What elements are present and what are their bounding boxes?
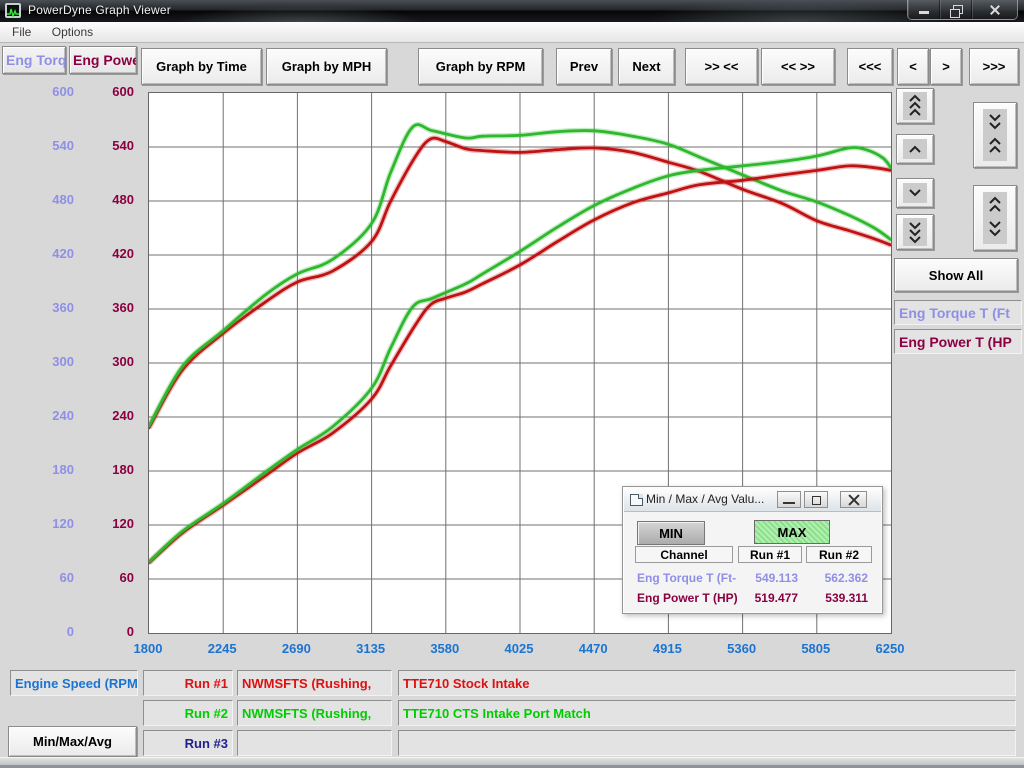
y-expand-button[interactable] [973,185,1017,251]
chevron-down-icon [903,183,927,203]
y-tick-label: 420 [64,245,134,263]
y-tick-label: 240 [64,407,134,425]
document-icon [630,494,643,506]
zoom-out-x-button[interactable]: << >> [761,48,835,85]
right-torque-channel-label[interactable]: Eng Torque T (Ft [894,300,1022,325]
power-axis-button[interactable]: Eng Powe [69,46,137,74]
x-tick-label: 4025 [487,641,551,656]
minimize-icon [783,502,795,504]
run2-file-box[interactable]: NWMSFTS (Rushing, [237,700,392,726]
max-toggle-button[interactable]: MAX [754,520,830,544]
next-button[interactable]: Next [618,48,675,85]
y-compress-button[interactable] [973,102,1017,168]
x-tick-label: 3580 [413,641,477,656]
column-header-run1[interactable]: Run #1 [738,546,802,563]
minmax-title-bar[interactable]: Min / Max / Avg Valu... [624,488,881,512]
chevron-triple-down-icon [903,218,927,246]
minmax-row-channel: Eng Power T (HP) [637,591,737,606]
menu-options[interactable]: Options [44,23,101,41]
graph-by-time-button[interactable]: Graph by Time [141,48,262,85]
zoom-in-x-button[interactable]: >> << [685,48,758,85]
run1-description-box[interactable]: TTE710 Stock Intake [398,670,1016,696]
minmax-avg-button[interactable]: Min/Max/Avg [8,726,137,757]
restore-button[interactable] [940,0,972,19]
y-zoom-out-fast-button[interactable] [896,214,934,250]
powerdyne-app-icon [5,3,21,18]
chevron-up-icon [903,139,927,159]
x-tick-label: 5360 [710,641,774,656]
y-tick-label: 360 [64,299,134,317]
minmax-row-value: 562.362 [808,571,868,586]
show-all-button[interactable]: Show All [894,258,1018,292]
restore-icon [812,496,821,505]
minmax-values-window[interactable]: Min / Max / Avg Valu... MIN MAX Channel … [622,486,883,614]
minmax-row-value: 549.113 [738,571,798,586]
x-axis-channel-box[interactable]: Engine Speed (RPM [10,670,138,696]
x-tick-label: 5805 [784,641,848,656]
x-tick-label: 4470 [561,641,625,656]
y-tick-label: 480 [64,191,134,209]
prev-button[interactable]: Prev [556,48,612,85]
close-button[interactable] [972,0,1017,19]
minmax-minimize-button[interactable] [777,491,801,508]
window-bottom-frame [0,757,1024,768]
minmax-row-channel: Eng Torque T (Ft- [637,571,737,586]
minmax-window-title: Min / Max / Avg Valu... [646,492,764,506]
minmax-restore-button[interactable] [804,491,828,508]
y-tick-label: 300 [64,353,134,371]
y-zoom-in-fast-button[interactable] [896,88,934,124]
scroll-first-button[interactable]: <<< [847,48,893,85]
title-bar: PowerDyne Graph Viewer [0,0,1024,22]
x-tick-label: 4915 [635,641,699,656]
x-tick-label: 1800 [116,641,180,656]
y-tick-label: 60 [64,569,134,587]
minimize-icon [919,11,929,14]
run2-label-box: Run #2 [143,700,233,726]
run1-file-box[interactable]: NWMSFTS (Rushing, [237,670,392,696]
graph-by-rpm-button[interactable]: Graph by RPM [418,48,543,85]
y-tick-label: 600 [64,83,134,101]
y-zoom-in-button[interactable] [896,134,934,164]
minmax-row-value: 539.311 [808,591,868,606]
y-tick-label: 120 [64,515,134,533]
chevron-compress-icon [983,109,1007,161]
restore-icon [953,5,963,14]
y-tick-label: 540 [64,137,134,155]
y-tick-label: 0 [64,623,134,641]
menu-bar: File Options [0,22,1024,43]
x-tick-label: 2690 [264,641,328,656]
run3-label-box: Run #3 [143,730,233,756]
y-tick-label: 180 [64,461,134,479]
scroll-left-button[interactable]: < [897,48,929,85]
window-title: PowerDyne Graph Viewer [28,3,171,17]
y-zoom-out-button[interactable] [896,178,934,208]
min-toggle-button[interactable]: MIN [637,521,705,545]
scroll-right-button[interactable]: > [930,48,962,85]
graph-by-mph-button[interactable]: Graph by MPH [266,48,387,85]
window-controls [907,0,1018,20]
column-header-channel[interactable]: Channel [635,546,733,563]
menu-file[interactable]: File [4,23,39,41]
run3-file-box[interactable] [237,730,392,756]
run3-description-box[interactable] [398,730,1016,756]
minmax-row-value: 519.477 [738,591,798,606]
torque-axis-button[interactable]: Eng Torq [2,46,66,74]
right-power-channel-label[interactable]: Eng Power T (HP [894,329,1022,354]
x-tick-label: 3135 [339,641,403,656]
run2-description-box[interactable]: TTE710 CTS Intake Port Match [398,700,1016,726]
column-header-run2[interactable]: Run #2 [806,546,872,563]
x-tick-label: 6250 [858,641,922,656]
minimize-button[interactable] [908,0,940,19]
chevron-expand-icon [983,192,1007,244]
chevron-triple-up-icon [903,92,927,120]
minmax-close-button[interactable] [840,491,867,508]
run1-label-box: Run #1 [143,670,233,696]
x-tick-label: 2245 [190,641,254,656]
scroll-last-button[interactable]: >>> [969,48,1019,85]
